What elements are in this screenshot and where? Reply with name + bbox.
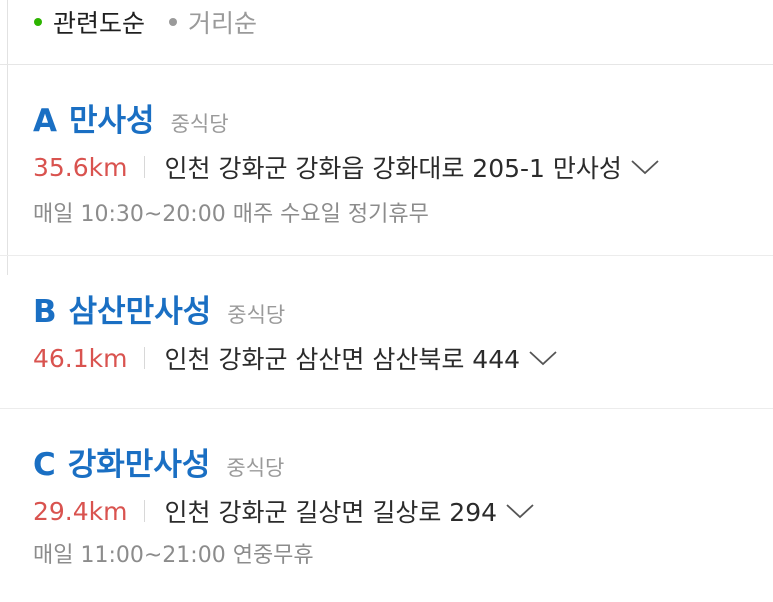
result-item-a[interactable]: A 만사성 중식당 35.6km 인천 강화군 강화읍 강화대로 205-1 만… — [0, 65, 773, 256]
result-address-row: 35.6km 인천 강화군 강화읍 강화대로 205-1 만사성 — [33, 149, 660, 185]
place-name-link[interactable]: 삼산만사성 — [69, 286, 212, 331]
divider — [143, 156, 145, 178]
sort-option-relevance[interactable]: 관련도순 — [34, 0, 145, 44]
result-address-row: 29.4km 인천 강화군 길상면 길상로 294 — [33, 493, 535, 529]
chevron-down-icon[interactable] — [528, 348, 558, 368]
sort-option-label: 거리순 — [188, 9, 258, 38]
result-title-row: B 삼산만사성 중식당 — [33, 286, 285, 331]
result-title-row: A 만사성 중식당 — [33, 95, 229, 140]
sort-option-distance[interactable]: 거리순 — [169, 0, 257, 44]
unselected-dot-icon — [169, 18, 178, 26]
result-marker: B — [33, 294, 57, 330]
place-name-link[interactable]: 강화만사성 — [68, 439, 211, 484]
selected-dot-icon — [34, 18, 42, 26]
place-name-link[interactable]: 만사성 — [69, 95, 155, 140]
result-marker: A — [33, 103, 57, 139]
business-hours: 매일 10:30~20:00 매주 수요일 정기휴무 — [33, 202, 429, 227]
place-address: 인천 강화군 강화읍 강화대로 205-1 만사성 — [164, 154, 622, 183]
business-hours: 매일 11:00~21:00 연중무휴 — [33, 543, 314, 568]
place-category: 중식당 — [170, 112, 229, 136]
place-address: 인천 강화군 길상면 길상로 294 — [164, 498, 498, 527]
result-item-b[interactable]: B 삼산만사성 중식당 46.1km 인천 강화군 삼산면 삼산북로 444 — [0, 256, 773, 409]
result-item-c[interactable]: C 강화만사성 중식당 29.4km 인천 강화군 길상면 길상로 294 매일… — [0, 409, 773, 602]
chevron-down-icon[interactable] — [630, 157, 660, 177]
sort-bar: 관련도순 거리순 — [0, 0, 773, 65]
sort-option-label: 관련도순 — [53, 9, 146, 38]
divider — [143, 347, 145, 369]
result-address-row: 46.1km 인천 강화군 삼산면 삼산북로 444 — [33, 340, 558, 376]
result-title-row: C 강화만사성 중식당 — [33, 439, 284, 484]
result-marker: C — [33, 447, 56, 483]
place-category: 중식당 — [226, 456, 285, 480]
distance-value: 46.1km — [33, 343, 128, 373]
place-address: 인천 강화군 삼산면 삼산북로 444 — [164, 345, 521, 374]
chevron-down-icon[interactable] — [505, 501, 535, 521]
divider — [143, 500, 145, 522]
distance-value: 35.6km — [33, 152, 128, 182]
distance-value: 29.4km — [33, 496, 128, 526]
place-category: 중식당 — [227, 303, 286, 327]
